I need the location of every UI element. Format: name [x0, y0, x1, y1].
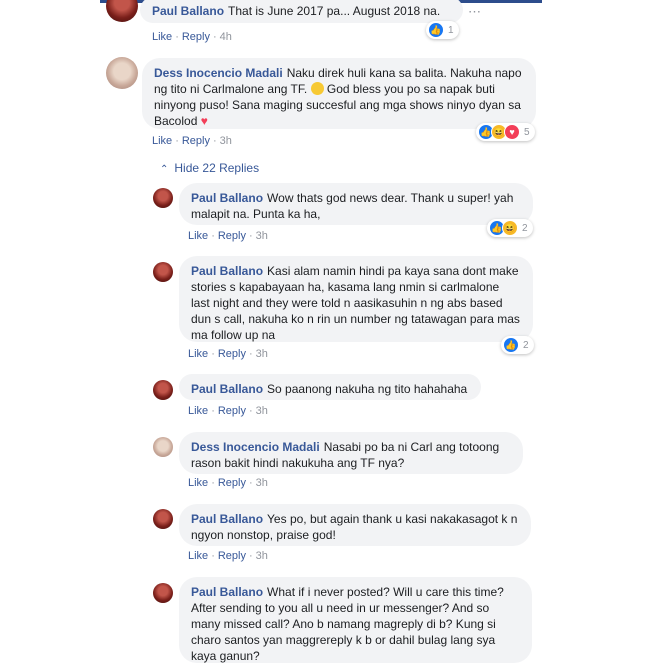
- timestamp[interactable]: 3h: [256, 348, 268, 360]
- timestamp[interactable]: 4h: [220, 31, 232, 43]
- reply-actions: Like · Reply · 3h: [188, 348, 268, 360]
- reply-bubble: Paul Ballano Wow thats god news dear. Tha…: [179, 183, 533, 225]
- reply-link[interactable]: Reply: [218, 550, 246, 562]
- chevron-up-icon: ⌃: [160, 164, 169, 175]
- like-link[interactable]: Like: [152, 31, 172, 43]
- avatar[interactable]: [106, 57, 138, 89]
- more-options-icon[interactable]: ⋯: [468, 4, 481, 20]
- like-reaction-icon: 👍: [503, 337, 519, 353]
- reply-link[interactable]: Reply: [218, 477, 246, 489]
- comment-actions: Like · Reply · 4h: [152, 31, 232, 43]
- reaction-badge[interactable]: 👍 😆 2: [487, 219, 533, 237]
- avatar[interactable]: [106, 0, 138, 22]
- haha-reaction-icon: 😆: [502, 220, 518, 236]
- avatar[interactable]: [153, 380, 173, 400]
- reply-author[interactable]: Dess Inocencio Madali: [191, 440, 320, 454]
- heart-emoji-icon: ♥: [200, 114, 208, 128]
- comment-bubble: Dess Inocencio Madali Naku direk huli kan…: [142, 58, 536, 129]
- timestamp[interactable]: 3h: [256, 477, 268, 489]
- reaction-badge[interactable]: 👍 2: [501, 336, 534, 354]
- avatar[interactable]: [153, 188, 173, 208]
- reaction-badge[interactable]: 👍 😆 ♥ 5: [476, 123, 535, 141]
- reply-author[interactable]: Paul Ballano: [191, 264, 263, 278]
- reply-link[interactable]: Reply: [218, 348, 246, 360]
- like-link[interactable]: Like: [188, 230, 208, 242]
- timestamp[interactable]: 3h: [256, 230, 268, 242]
- hide-replies-link[interactable]: ⌃ Hide 22 Replies: [160, 161, 259, 175]
- timestamp[interactable]: 3h: [220, 135, 232, 147]
- reaction-badge[interactable]: 👍 1: [426, 21, 459, 39]
- reply-author[interactable]: Paul Ballano: [191, 512, 263, 526]
- reaction-count: 1: [448, 24, 454, 36]
- reply-bubble: Dess Inocencio Madali Nasabi po ba ni Car…: [179, 432, 523, 474]
- like-link[interactable]: Like: [188, 405, 208, 417]
- comment-bubble: Paul Ballano That is June 2017 pa... Augu…: [140, 0, 463, 23]
- avatar[interactable]: [153, 509, 173, 529]
- reaction-count: 5: [524, 126, 530, 138]
- love-reaction-icon: ♥: [504, 124, 520, 140]
- smile-emoji-icon: [310, 82, 324, 95]
- comment-author[interactable]: Dess Inocencio Madali: [154, 66, 283, 80]
- reply-link[interactable]: Reply: [182, 135, 210, 147]
- reply-author[interactable]: Paul Ballano: [191, 382, 263, 396]
- timestamp[interactable]: 3h: [256, 550, 268, 562]
- reply-actions: Like · Reply · 3h: [188, 230, 268, 242]
- reply-link[interactable]: Reply: [218, 405, 246, 417]
- reply-actions: Like · Reply · 3h: [188, 405, 268, 417]
- reply-bubble: Paul Ballano What if i never posted? Will…: [179, 577, 532, 663]
- comment-text: That is June 2017 pa... August 2018 na.: [228, 4, 441, 18]
- like-link[interactable]: Like: [152, 135, 172, 147]
- like-link[interactable]: Like: [188, 477, 208, 489]
- reaction-count: 2: [522, 222, 528, 234]
- comment-author[interactable]: Paul Ballano: [152, 4, 224, 18]
- comment-actions: Like · Reply · 3h: [152, 135, 232, 147]
- like-link[interactable]: Like: [188, 550, 208, 562]
- avatar[interactable]: [153, 437, 173, 457]
- reply-actions: Like · Reply · 3h: [188, 477, 268, 489]
- reply-text: So paanong nakuha ng tito hahahaha: [267, 382, 468, 396]
- timestamp[interactable]: 3h: [256, 405, 268, 417]
- reply-bubble: Paul Ballano Kasi alam namin hindi pa kay…: [179, 256, 533, 342]
- avatar[interactable]: [153, 262, 173, 282]
- like-link[interactable]: Like: [188, 348, 208, 360]
- reply-author[interactable]: Paul Ballano: [191, 585, 263, 599]
- reply-link[interactable]: Reply: [218, 230, 246, 242]
- avatar[interactable]: [153, 583, 173, 603]
- reply-author[interactable]: Paul Ballano: [191, 191, 263, 205]
- reaction-count: 2: [523, 339, 529, 351]
- like-reaction-icon: 👍: [428, 22, 444, 38]
- reply-link[interactable]: Reply: [182, 31, 210, 43]
- reply-actions: Like · Reply · 3h: [188, 550, 268, 562]
- reply-bubble: Paul Ballano Yes po, but again thank u ka…: [179, 504, 531, 546]
- reply-bubble: Paul Ballano So paanong nakuha ng tito ha…: [179, 374, 481, 400]
